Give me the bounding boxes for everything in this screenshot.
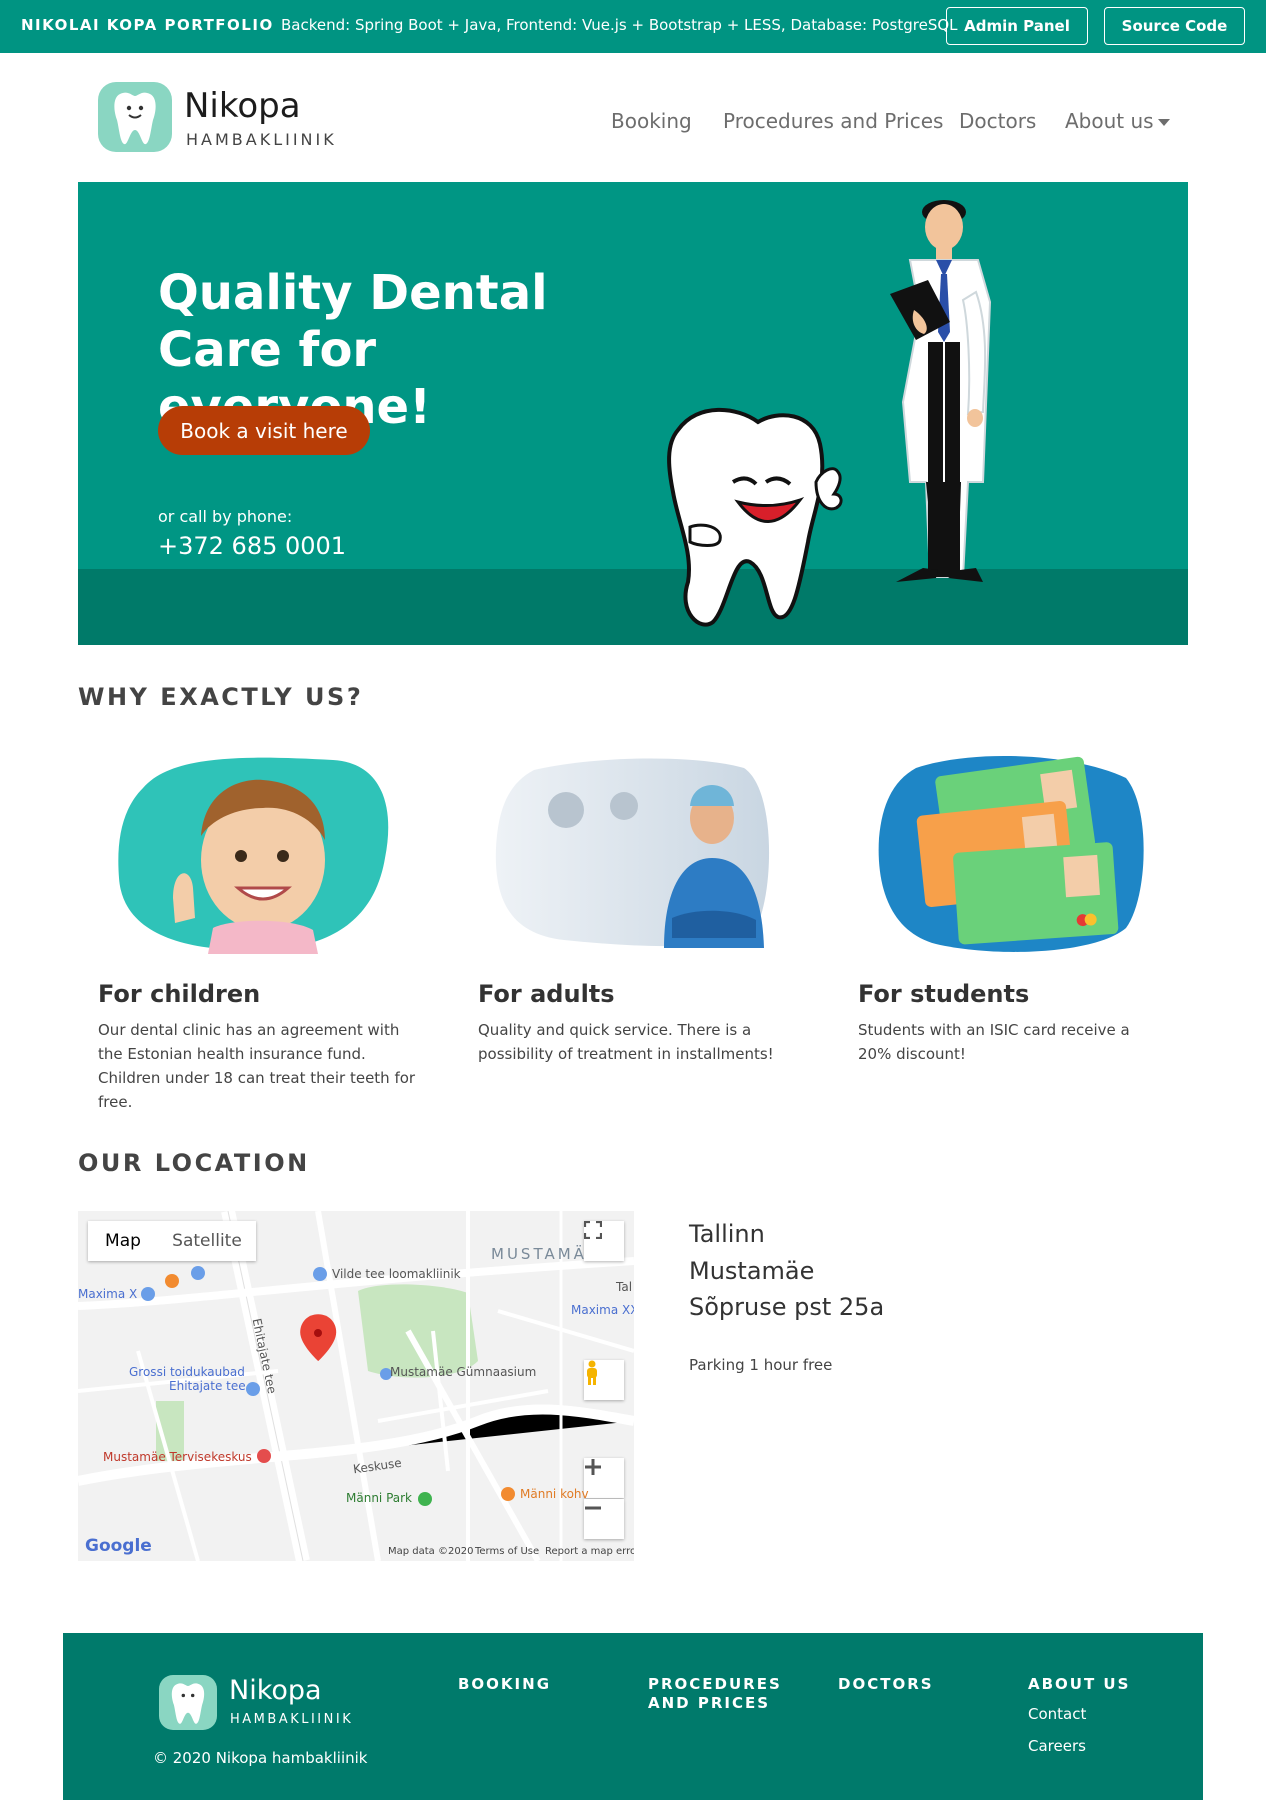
footer-procedures-line2: AND PRICES (648, 1694, 771, 1712)
clinic-phone-link[interactable]: +372 685 0001 (158, 532, 346, 560)
feature-students-title: For students (858, 980, 1030, 1008)
footer-about-heading[interactable]: ABOUT US (1028, 1675, 1130, 1694)
students-isic-image (876, 748, 1146, 954)
footer-logo-name: Nikopa (229, 1675, 322, 1706)
caret-down-icon (1157, 119, 1170, 126)
map-label-manni-kohv: Männi kohv (520, 1487, 589, 1501)
map-label-grossi-street: Ehitajate tee (169, 1379, 246, 1393)
address-city: Tallinn (689, 1220, 765, 1248)
footer-contact-link[interactable]: Contact (1028, 1705, 1086, 1723)
copyright-text: © 2020 Nikopa hambakliinik (153, 1749, 368, 1767)
why-us-heading: WHY EXACTLY US? (78, 683, 364, 711)
feature-children-title: For children (98, 980, 261, 1008)
address-district: Mustamäe (689, 1257, 815, 1285)
address-street: Sõpruse pst 25a (689, 1293, 885, 1321)
map-label-tervisekeskus: Mustamäe Tervisekeskus (103, 1450, 252, 1464)
footer-booking-link[interactable]: BOOKING (458, 1675, 551, 1694)
feature-adults-text: Quality and quick service. There is a po… (478, 1021, 774, 1063)
street-view-pegman-icon[interactable] (584, 1360, 624, 1400)
map-report-link[interactable]: Report a map error (545, 1546, 634, 1557)
nav-booking[interactable]: Booking (611, 109, 692, 133)
google-map[interactable]: Map Satellite MUSTAMÄ Vilde tee loomakli… (78, 1211, 634, 1561)
portfolio-brand: NIKOLAI KOPA PORTFOLIO (21, 16, 274, 34)
feature-students-text: Students with an ISIC card receive a 20%… (858, 1021, 1130, 1063)
clinic-logo[interactable]: Nikopa HAMBAKLIINIK (98, 82, 338, 152)
footer-procedures-line1: PROCEDURES (648, 1675, 782, 1693)
footer-procedures-link[interactable]: PROCEDURES AND PRICES (648, 1675, 782, 1713)
map-label-tal: Tal (616, 1280, 633, 1294)
footer-tooth-logo-icon (159, 1675, 217, 1730)
doctor-figure-icon (890, 200, 992, 582)
map-label-mustamae: MUSTAMÄ (491, 1245, 587, 1263)
feature-children-text: Our dental clinic has an agreement with … (98, 1021, 416, 1111)
footer-logo-subtitle: HAMBAKLIINIK (230, 1712, 354, 1727)
source-code-button[interactable]: Source Code (1104, 7, 1245, 45)
location-heading: OUR LOCATION (78, 1149, 310, 1177)
map-label-maxima-x: Maxima X (78, 1287, 138, 1301)
footer-doctors-link[interactable]: DOCTORS (838, 1675, 934, 1694)
zoom-in-icon[interactable] (584, 1458, 624, 1498)
logo-name: Nikopa (184, 86, 301, 126)
adults-image (494, 748, 772, 954)
satellite-tab[interactable]: Satellite (158, 1221, 256, 1261)
map-type-toggle: Map Satellite (88, 1221, 256, 1261)
google-logo: Google (85, 1536, 152, 1556)
logo-subtitle: HAMBAKLIINIK (186, 130, 337, 149)
zoom-out-icon[interactable] (584, 1499, 624, 1539)
footer-careers-link[interactable]: Careers (1028, 1737, 1086, 1755)
admin-panel-button[interactable]: Admin Panel (946, 7, 1088, 45)
map-label-grossi: Grossi toidukaubad (129, 1365, 245, 1379)
map-label-manni-park: Männi Park (346, 1491, 412, 1505)
map-streets (78, 1211, 634, 1561)
nav-about-dropdown[interactable]: About us (1065, 109, 1170, 133)
hero-banner: Quality Dental Care for everyone! Book a… (78, 182, 1188, 645)
site-footer: Nikopa HAMBAKLIINIK © 2020 Nikopa hambak… (63, 1633, 1203, 1800)
tooth-mascot-icon (667, 407, 843, 627)
map-label-gymnasium: Mustamäe Gümnaasium (390, 1365, 537, 1379)
fullscreen-icon[interactable] (584, 1221, 624, 1261)
nav-doctors[interactable]: Doctors (959, 109, 1036, 133)
map-tab[interactable]: Map (88, 1221, 158, 1261)
tech-stack-text: Backend: Spring Boot + Java, Frontend: V… (281, 16, 958, 34)
nav-procedures-prices[interactable]: Procedures and Prices (723, 109, 943, 133)
book-visit-button[interactable]: Book a visit here (158, 406, 370, 455)
nav-about-label: About us (1065, 109, 1154, 133)
tooth-logo-icon (98, 82, 172, 152)
map-data-credit: Map data ©2020 (388, 1546, 474, 1557)
map-label-maxima-xx: Maxima XX (571, 1303, 634, 1317)
children-image (113, 748, 395, 954)
map-terms-link[interactable]: Terms of Use (475, 1546, 539, 1557)
map-label-vilde: Vilde tee loomakliinik (332, 1267, 461, 1281)
portfolio-topbar: NIKOLAI KOPA PORTFOLIO Backend: Spring B… (0, 0, 1266, 53)
call-by-phone-text: or call by phone: (158, 507, 293, 526)
feature-adults-title: For adults (478, 980, 615, 1008)
parking-info: Parking 1 hour free (689, 1356, 833, 1374)
